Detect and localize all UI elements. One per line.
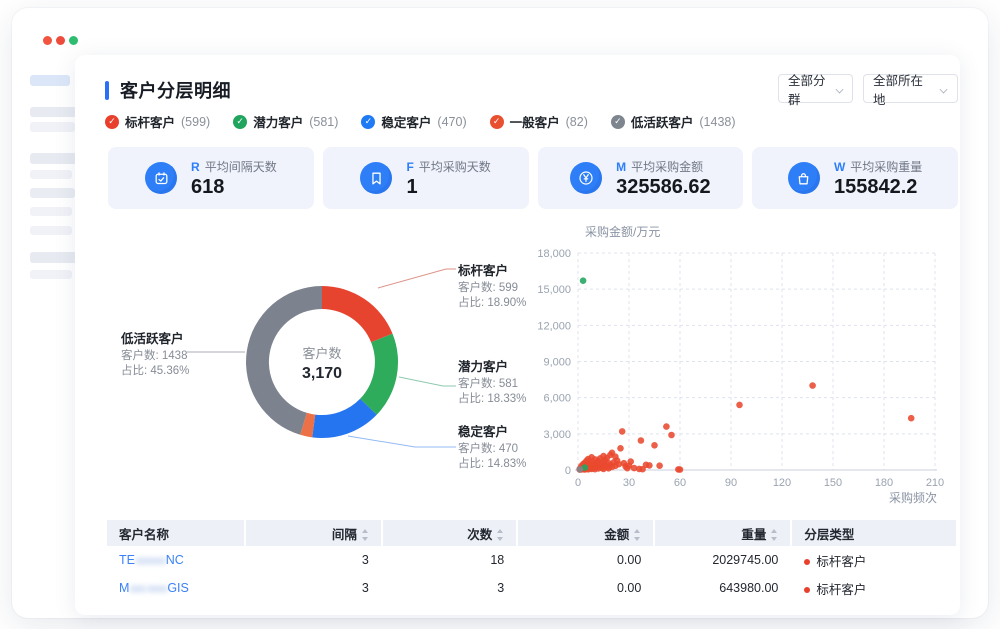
cell-amount: 0.00 <box>518 546 653 574</box>
type-dot-icon <box>804 587 810 593</box>
sidebar-skeleton-bar <box>30 188 75 198</box>
yuan-coin-icon <box>570 162 602 194</box>
donut-callout-dihuoyue: 低活跃客户 客户数: 1438 占比: 45.36% <box>121 328 251 378</box>
check-circle-icon <box>611 115 625 129</box>
sort-icon[interactable] <box>361 529 369 541</box>
sidebar-skeleton-bar <box>30 153 77 164</box>
sidebar-skeleton-bar <box>30 270 72 279</box>
svg-text:15,000: 15,000 <box>537 284 571 296</box>
kpi-card-frequency: F平均采购天数 1 <box>323 147 529 209</box>
scatter-chart[interactable]: 0 30 60 90 120 150 180 210 0 3,000 6,000 9,000 12,00… <box>475 215 965 515</box>
col-header-weight[interactable]: 重量 <box>655 520 790 546</box>
bookmark-icon <box>360 162 392 194</box>
cell-weight: 2029745.00 <box>655 546 790 574</box>
svg-text:9,000: 9,000 <box>543 357 571 369</box>
col-header-times[interactable]: 次数 <box>383 520 516 546</box>
svg-text:150: 150 <box>824 477 842 489</box>
kpi-card-monetary: M平均采购金额 325586.62 <box>538 147 744 209</box>
svg-text:采购频次: 采购频次 <box>889 490 937 505</box>
cell-interval: 3 <box>246 546 381 574</box>
col-header-interval[interactable]: 间隔 <box>246 520 381 546</box>
customer-segment-panel: 客户分层明细 全部分群 全部所在地 标杆客户 (599) 潜力客户 (581) … <box>75 55 960 615</box>
kpi-label: 平均采购天数 <box>419 158 491 175</box>
legend-item-yiban[interactable]: 一般客户 (82) <box>490 112 588 131</box>
svg-text:0: 0 <box>575 477 581 489</box>
page-title: 客户分层明细 <box>120 77 231 103</box>
sidebar-skeleton-bar <box>30 75 70 86</box>
svg-text:120: 120 <box>773 477 791 489</box>
check-circle-icon <box>490 115 504 129</box>
table-row: Mooo ooooGIS 3 3 0.00 643980.00 标杆客户 <box>107 574 956 602</box>
svg-text:180: 180 <box>875 477 893 489</box>
col-header-name: 客户名称 <box>107 520 244 546</box>
kpi-value: 325586.62 <box>616 176 711 199</box>
svg-text:210: 210 <box>926 477 944 489</box>
group-filter-select[interactable]: 全部分群 <box>778 74 853 103</box>
kpi-value: 155842.2 <box>834 176 922 199</box>
sidebar-skeleton-bar <box>30 226 72 235</box>
group-filter-value: 全部分群 <box>788 70 830 108</box>
location-filter-select[interactable]: 全部所在地 <box>863 74 958 103</box>
window-minimize-button[interactable] <box>56 36 65 45</box>
type-dot-icon <box>804 559 810 565</box>
kpi-card-recency: R平均间隔天数 618 <box>108 147 314 209</box>
redacted-text: oooooo <box>135 555 166 567</box>
kpi-card-weight: W平均采购重量 155842.2 <box>752 147 958 209</box>
kpi-label: 平均采购重量 <box>850 158 922 175</box>
sort-icon[interactable] <box>633 529 641 541</box>
cell-interval: 3 <box>246 574 381 602</box>
check-circle-icon <box>233 115 247 129</box>
svg-text:18,000: 18,000 <box>537 248 571 260</box>
cell-times: 3 <box>383 574 516 602</box>
svg-text:90: 90 <box>725 477 737 489</box>
svg-text:0: 0 <box>565 465 571 477</box>
cell-amount: 0.00 <box>518 574 653 602</box>
bag-icon <box>788 162 820 194</box>
kpi-cards: R平均间隔天数 618 F平均采购天数 1 M平均采购金额 <box>108 147 958 209</box>
sidebar-skeleton-bar <box>30 170 72 179</box>
legend-item-wending[interactable]: 稳定客户 (470) <box>361 112 466 131</box>
chevron-down-icon <box>836 85 843 93</box>
col-header-type: 分层类型 <box>792 520 956 546</box>
chevron-down-icon <box>940 85 948 93</box>
title-accent-bar <box>105 81 109 100</box>
kpi-label: 平均采购金额 <box>631 158 703 175</box>
panel-header: 客户分层明细 <box>105 77 231 103</box>
col-header-amount[interactable]: 金额 <box>518 520 653 546</box>
kpi-label: 平均间隔天数 <box>205 158 277 175</box>
cell-type: 标杆客户 <box>816 555 866 569</box>
svg-text:6,000: 6,000 <box>543 393 571 405</box>
window-zoom-button[interactable] <box>69 36 78 45</box>
table-header-row: 客户名称 间隔 次数 金额 重量 分层类型 <box>107 520 956 546</box>
calendar-icon <box>145 162 177 194</box>
location-filter-value: 全部所在地 <box>873 70 934 108</box>
segment-legend: 标杆客户 (599) 潜力客户 (581) 稳定客户 (470) 一般客户 (8… <box>105 112 736 131</box>
sidebar-skeleton-bar <box>30 207 72 216</box>
cell-times: 18 <box>383 546 516 574</box>
svg-text:12,000: 12,000 <box>537 320 571 332</box>
table-row: TEooooooNC 3 18 0.00 2029745.00 标杆客户 <box>107 546 956 574</box>
svg-text:3,000: 3,000 <box>543 429 571 441</box>
redacted-text: ooo oooo <box>129 583 167 595</box>
kpi-value: 1 <box>406 176 490 199</box>
cell-weight: 643980.00 <box>655 574 790 602</box>
sort-icon[interactable] <box>496 529 504 541</box>
customer-name-link[interactable]: TEooooooNC <box>119 553 184 567</box>
customer-table: 客户名称 间隔 次数 金额 重量 分层类型 TEooooooNC 3 18 0.… <box>105 520 958 602</box>
legend-item-qianli[interactable]: 潜力客户 (581) <box>233 112 338 131</box>
legend-item-dihuoyue[interactable]: 低活跃客户 (1438) <box>611 112 736 131</box>
donut-center-label: 客户数 3,170 <box>262 343 382 383</box>
check-circle-icon <box>105 115 119 129</box>
svg-text:60: 60 <box>674 477 686 489</box>
cell-type: 标杆客户 <box>816 583 866 597</box>
window-close-button[interactable] <box>43 36 52 45</box>
svg-text:采购金额/万元: 采购金额/万元 <box>585 224 660 239</box>
sidebar-skeleton-bar <box>30 122 75 132</box>
kpi-value: 618 <box>191 176 277 199</box>
legend-item-biaogan[interactable]: 标杆客户 (599) <box>105 112 210 131</box>
svg-text:30: 30 <box>623 477 635 489</box>
sort-icon[interactable] <box>770 529 778 541</box>
customer-name-link[interactable]: Mooo ooooGIS <box>119 581 189 595</box>
check-circle-icon <box>361 115 375 129</box>
